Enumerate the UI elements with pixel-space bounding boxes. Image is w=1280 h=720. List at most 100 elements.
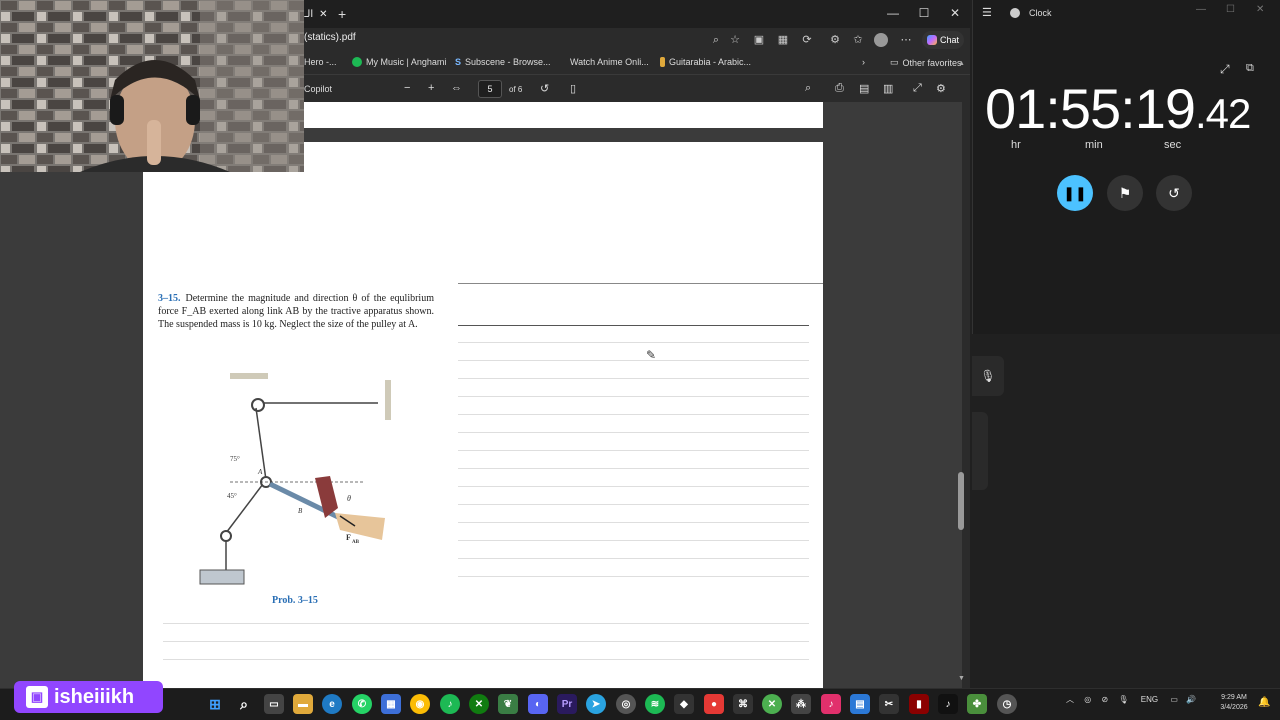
capcut-icon[interactable]: ✂ [879, 694, 899, 714]
avatar[interactable] [874, 33, 888, 47]
scroll-up-icon[interactable]: ▲ [958, 60, 965, 67]
pdf-page-previous [304, 102, 823, 128]
hamburger-menu-icon[interactable]: ☰ [982, 6, 992, 19]
whatsapp-icon[interactable]: ✆ [352, 694, 372, 714]
app-icon-dark[interactable]: ◆ [674, 694, 694, 714]
other-favorites-label: Other favorites [902, 57, 962, 68]
app-icon-circle[interactable]: ◎ [616, 694, 636, 714]
favorite-star-icon[interactable]: ☆ [727, 32, 743, 48]
page-number-input[interactable]: 5 [478, 80, 502, 98]
favorite-link-0[interactable]: Hero -... [304, 57, 337, 67]
divider [458, 325, 809, 326]
tray-app-icon-2[interactable]: ⊘ [1101, 695, 1108, 704]
fit-page-icon[interactable]: ⇔ [451, 82, 462, 94]
copilot-chat-button[interactable]: Chat [922, 31, 964, 49]
zoom-icon[interactable]: ⌕ [708, 32, 724, 48]
leg-brace [315, 476, 338, 518]
xbox-icon[interactable]: ✕ [469, 694, 489, 714]
tray-overflow-icon[interactable]: ︿ [1066, 695, 1074, 704]
mic-tray-icon[interactable]: 🎙 [1118, 695, 1128, 704]
save-icon[interactable]: ▤ [859, 82, 869, 95]
notification-icon[interactable]: 🔔 [1258, 697, 1270, 708]
favorites-icon[interactable]: ✩ [850, 32, 866, 48]
scrollbar-thumb[interactable] [958, 472, 964, 530]
fullscreen-icon[interactable]: ⤢ [913, 82, 922, 95]
tray-app-icon[interactable]: ◎ [1084, 695, 1091, 704]
page-view-icon[interactable]: ▯ [570, 82, 576, 95]
copilot-icon [926, 35, 937, 45]
favorite-link-4[interactable]: Guitarabia - Arabic... [660, 57, 751, 67]
new-tab-icon[interactable]: + [338, 6, 346, 22]
favorite-link-3[interactable]: Watch Anime Onli... [570, 57, 649, 67]
premiere-icon[interactable]: Pr [557, 694, 577, 714]
app-icon-green[interactable]: ♪ [440, 694, 460, 714]
close-tab-icon[interactable]: ✕ [319, 9, 327, 20]
webcam-feed [0, 0, 304, 172]
app-icon-clover[interactable]: ✤ [967, 694, 987, 714]
other-favorites-button[interactable]: ▭ Other favorites [890, 57, 962, 68]
twitch-icon: ▣ [26, 686, 48, 708]
rotate-icon[interactable]: ↺ [540, 82, 549, 95]
favorite-label: Watch Anime Onli... [570, 57, 649, 67]
extension-icon[interactable]: ▣ [751, 32, 767, 48]
tiktok-icon[interactable]: ♪ [938, 694, 958, 714]
app-icon-leaf[interactable]: ❦ [498, 694, 518, 714]
zoom-out-icon[interactable]: − [404, 82, 410, 94]
file-explorer-icon[interactable]: ▬ [293, 694, 313, 714]
app-icon-pink[interactable]: ♪ [821, 694, 841, 714]
extension-icon-2[interactable]: ▦ [775, 32, 791, 48]
clock-minimize-icon[interactable]: — [1196, 4, 1206, 15]
spotify-icon[interactable]: ≋ [645, 694, 665, 714]
network-icon[interactable]: ▭ [1170, 695, 1178, 704]
copilot-sidebar-label[interactable]: Copilot [304, 84, 332, 94]
tray-clock[interactable]: 9:29 AM 3/4/2026 [1216, 693, 1252, 713]
more-menu-icon[interactable]: ⋯ [898, 32, 914, 48]
telegram-icon[interactable]: ➤ [586, 694, 606, 714]
expand-icon[interactable]: ⤢ [1220, 62, 1230, 77]
notepad-icon[interactable]: ▤ [850, 694, 870, 714]
clock-title: Clock [1029, 8, 1052, 18]
minimize-icon[interactable]: — [882, 4, 904, 22]
theta-label: θ [347, 494, 351, 503]
clock-taskbar-icon[interactable]: ◷ [997, 694, 1017, 714]
url-field[interactable]: (statics).pdf [304, 32, 356, 43]
favorites-overflow-icon[interactable]: › [862, 57, 865, 67]
store-icon[interactable]: ▦ [381, 694, 401, 714]
clock-close-icon[interactable]: ✕ [1256, 4, 1264, 15]
background-window [972, 335, 1280, 688]
app-icon-grid[interactable]: ⌘ [733, 694, 753, 714]
record-icon[interactable]: ● [704, 694, 724, 714]
favorite-link-2[interactable]: S Subscene - Browse... [455, 57, 551, 67]
close-icon[interactable]: ✕ [944, 4, 966, 22]
print-icon[interactable]: ⎙ [835, 82, 844, 95]
discord-icon[interactable]: ◐ [528, 694, 548, 714]
settings-icon[interactable]: ⚙ [936, 82, 946, 95]
microphone-icon[interactable]: 🎙 [972, 356, 1004, 396]
reset-button[interactable]: ↺ [1156, 175, 1192, 211]
zoom-in-icon[interactable]: + [428, 82, 434, 94]
volume-icon[interactable]: 🔊 [1186, 695, 1196, 704]
refresh-extension-icon[interactable]: ⟳ [799, 32, 815, 48]
cable-segment [225, 479, 267, 534]
edge-icon[interactable]: e [322, 694, 342, 714]
save-as-icon[interactable]: ▥ [883, 82, 893, 95]
lap-button[interactable]: ⚑ [1107, 175, 1143, 211]
start-icon[interactable]: ⊞ [205, 694, 225, 714]
maximize-icon[interactable]: ☐ [913, 4, 935, 22]
extensions-icon[interactable]: ⚙ [827, 32, 843, 48]
clock-maximize-icon[interactable]: ☐ [1226, 4, 1235, 15]
app-icon-red[interactable]: ▮ [909, 694, 929, 714]
pause-button[interactable]: ❚❚ [1057, 175, 1093, 211]
app-icon-x[interactable]: ✕ [762, 694, 782, 714]
scroll-down-icon[interactable]: ▼ [958, 675, 965, 682]
favorite-label: Subscene - Browse... [465, 57, 551, 67]
chrome-icon[interactable]: ◉ [410, 694, 430, 714]
search-icon[interactable]: ⌕ [805, 82, 811, 95]
traction-figure: 75° 45° A B θ F AB [199, 373, 391, 585]
pin-window-icon[interactable]: ⧉ [1246, 62, 1254, 75]
app-icon-dots[interactable]: ⁂ [791, 694, 811, 714]
task-view-icon[interactable]: ▭ [264, 694, 284, 714]
search-taskbar-icon[interactable]: ⌕ [234, 694, 254, 714]
favorite-link-1[interactable]: My Music | Anghami [352, 57, 446, 67]
language-indicator[interactable]: ENG [1141, 695, 1158, 704]
